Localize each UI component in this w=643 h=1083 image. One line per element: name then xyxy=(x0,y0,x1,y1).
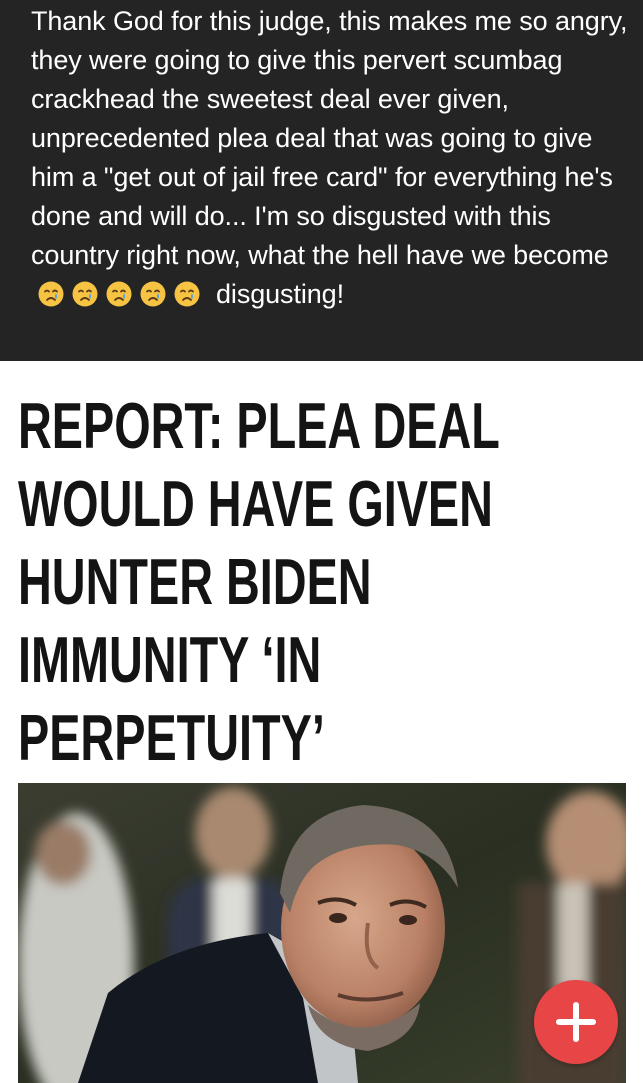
headline-line: PERPETUITY’ xyxy=(18,701,325,774)
crying-face-emoji-icon xyxy=(71,280,99,308)
headline-line: HUNTER BIDEN xyxy=(18,545,372,618)
headline-line: WOULD HAVE GIVEN xyxy=(18,467,493,540)
post-text-tail: disgusting! xyxy=(216,279,344,309)
post-text-panel: Thank God for this judge, this makes me … xyxy=(0,0,643,361)
plus-icon xyxy=(556,1002,596,1042)
headline-line: IMMUNITY ‘IN xyxy=(18,623,322,696)
crying-face-emoji-icon xyxy=(139,280,167,308)
crying-face-emoji-icon xyxy=(37,280,65,308)
headline-line: REPORT: PLEA DEAL xyxy=(18,389,500,462)
crying-face-emoji-icon xyxy=(105,280,133,308)
crying-face-emoji-icon xyxy=(173,280,201,308)
post-body-text: Thank God for this judge, this makes me … xyxy=(31,6,628,270)
add-button[interactable] xyxy=(534,980,618,1064)
post-text: Thank God for this judge, this makes me … xyxy=(31,2,629,314)
article-headline[interactable]: REPORT: PLEA DEAL WOULD HAVE GIVEN HUNTE… xyxy=(18,387,630,777)
